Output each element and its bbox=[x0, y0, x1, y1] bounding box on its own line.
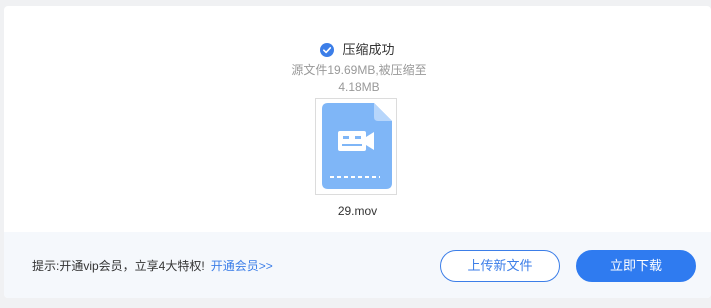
status-title: 压缩成功 bbox=[342, 42, 395, 57]
summary-line-2: 4.18MB bbox=[338, 80, 380, 94]
download-now-button[interactable]: 立即下载 bbox=[576, 250, 696, 282]
vip-tip: 提示:开通vip会员，立享4大特权! 开通会员>> bbox=[32, 258, 273, 274]
check-circle-icon bbox=[320, 43, 335, 57]
file-name: 29.mov bbox=[337, 204, 378, 218]
compress-result-panel: 压缩成功 源文件19.69MB,被压缩至 4.18MB 29.mov 提示:开通… bbox=[4, 6, 711, 298]
video-file-icon bbox=[322, 103, 392, 189]
footer-bar: 提示:开通vip会员，立享4大特权! 开通会员>> 上传新文件 立即下载 bbox=[4, 232, 711, 298]
compress-summary: 源文件19.69MB,被压缩至 4.18MB bbox=[284, 62, 434, 96]
file-thumbnail bbox=[315, 98, 397, 195]
status-row: 压缩成功 bbox=[4, 42, 711, 58]
upload-new-file-button[interactable]: 上传新文件 bbox=[440, 250, 560, 282]
vip-tip-text: 提示:开通vip会员，立享4大特权! bbox=[32, 259, 205, 273]
open-vip-link[interactable]: 开通会员>> bbox=[211, 259, 273, 273]
summary-line-1: 源文件19.69MB,被压缩至 bbox=[291, 63, 427, 77]
